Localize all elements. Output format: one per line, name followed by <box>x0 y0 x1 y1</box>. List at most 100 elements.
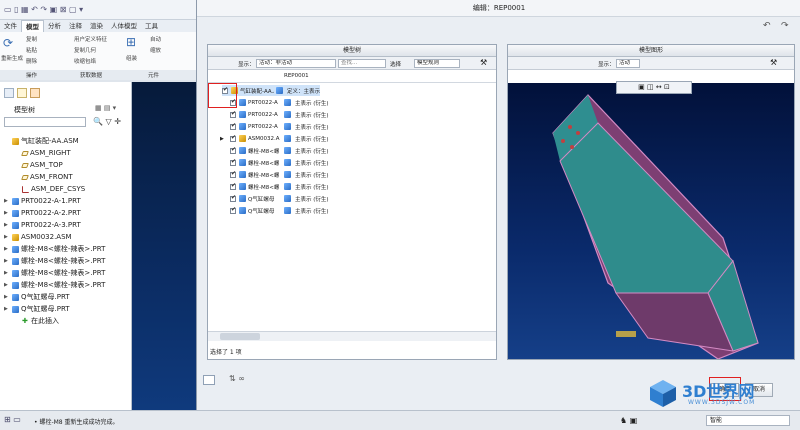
view-controls-toolbar[interactable]: ▣ ◫ ↔ ⊡ <box>616 81 692 94</box>
tree-item[interactable]: ASM_DEF_CSYS <box>14 184 85 195</box>
paste-button[interactable]: 粘贴 <box>26 46 37 54</box>
row-checkbox[interactable] <box>230 194 236 202</box>
row-rep-value[interactable]: 主表示 (衍生) <box>295 99 329 107</box>
copy-button[interactable]: 复制 <box>26 35 37 43</box>
delete-button[interactable]: 删除 <box>26 57 37 65</box>
row-rep-value[interactable]: 主表示 (衍生) <box>295 147 329 155</box>
grid-row[interactable]: ▶ ASM0032.A 主表示 (衍生) <box>220 133 329 144</box>
regenerate-button[interactable]: 重新生成 <box>1 54 23 62</box>
assemble-icon[interactable]: ⊞ <box>126 35 136 49</box>
row-checkbox[interactable] <box>230 110 236 118</box>
grid-row[interactable]: 螺栓-M8<螺 主表示 (衍生) <box>230 145 329 156</box>
graphics-settings-button[interactable]: ⚒ <box>770 58 777 67</box>
tree-item[interactable]: ASM_TOP <box>14 160 63 171</box>
shrinkwrap-button[interactable]: 收缩包络 <box>74 57 96 65</box>
tree-item[interactable]: ▶ Q气缸螺母.PRT <box>4 292 70 303</box>
scale-button[interactable]: 缩放 <box>150 46 161 54</box>
tab-model[interactable]: 模型 <box>21 20 44 32</box>
expand-arrow-icon[interactable]: ▶ <box>220 136 224 142</box>
tree-item[interactable]: ▶ 螺栓-M8<螺栓-辣表>.PRT <box>4 280 105 291</box>
grid-row[interactable]: 螺栓-M8<螺 主表示 (衍生) <box>230 169 329 180</box>
show-dropdown[interactable]: 活动：非活动 <box>256 59 336 68</box>
quick-access-icons[interactable]: ▭ ▯ ▦ ↶ ↷ ▣ ⊠ ▢ ▾ <box>4 5 83 14</box>
favorites-tab[interactable] <box>30 88 40 98</box>
tree-item[interactable]: ASM_FRONT <box>14 172 73 183</box>
expand-arrow-icon[interactable]: ▶ <box>4 292 10 303</box>
grid-row[interactable]: PRT0022-A 主表示 (衍生) <box>230 121 329 132</box>
expand-arrow-icon[interactable]: ▶ <box>4 304 10 315</box>
expand-arrow-icon[interactable]: ▶ <box>4 268 10 279</box>
grid-row[interactable]: Q气缸螺母 主表示 (衍生) <box>230 193 329 204</box>
row-rep-value[interactable]: 主表示 (衍生) <box>295 135 329 143</box>
row-checkbox[interactable] <box>230 158 236 166</box>
model-rule-dropdown[interactable]: 模型规则 <box>414 59 460 68</box>
tree-item[interactable]: ▶ 螺栓-M8<螺栓-辣表>.PRT <box>4 244 105 255</box>
undo-icon[interactable]: ↶ <box>763 21 771 31</box>
model-tree-tab[interactable] <box>4 88 14 98</box>
expand-arrow-icon[interactable]: ▶ <box>4 256 10 267</box>
tree-item[interactable]: ▶ PRT0022-A-3.PRT <box>4 220 81 231</box>
auto-button[interactable]: 自动 <box>150 35 161 43</box>
row-checkbox[interactable] <box>230 206 236 214</box>
scrollbar-thumb[interactable] <box>220 333 260 340</box>
horizontal-scrollbar[interactable] <box>208 331 496 341</box>
filter-icons[interactable]: ♞ ▣ <box>620 416 637 425</box>
graphics-show-dropdown[interactable]: 活动 <box>616 59 640 68</box>
grid-row[interactable]: 螺栓-M8<螺 主表示 (衍生) <box>230 181 329 192</box>
row-checkbox[interactable] <box>230 170 236 178</box>
tree-settings-icon[interactable]: ▦ ▤ ▾ <box>95 104 116 112</box>
grid-row[interactable]: Q气缸螺母 主表示 (衍生) <box>230 205 329 216</box>
row-rep-value[interactable]: 主表示 (衍生) <box>295 183 329 191</box>
tree-item[interactable]: ▶ Q气缸螺母.PRT <box>4 304 70 315</box>
tab-render[interactable]: 渲染 <box>86 20 107 32</box>
folder-browser-tab[interactable] <box>17 88 27 98</box>
tree-item[interactable]: ▶ ASM0032.ASM <box>4 232 72 243</box>
row-checkbox[interactable] <box>230 134 236 142</box>
tree-view-icon[interactable]: ⇅ ∞ <box>229 374 245 383</box>
expand-arrow-icon[interactable]: ▶ <box>4 232 10 243</box>
tab-manikin[interactable]: 人体模型 <box>107 20 141 32</box>
graphics-viewport[interactable]: ▣ ◫ ↔ ⊡ <box>508 81 794 360</box>
tab-tools[interactable]: 工具 <box>141 20 162 32</box>
row-rep-value[interactable]: 主表示 (衍生) <box>295 159 329 167</box>
tab-analysis[interactable]: 分析 <box>44 20 65 32</box>
row-rep-value[interactable]: 主表示 (衍生) <box>295 171 329 179</box>
row-rep-value[interactable]: 定义：主表示 <box>287 87 320 95</box>
tree-settings-button[interactable]: ⚒ <box>480 58 487 67</box>
tree-item[interactable]: ▶ PRT0022-A-2.PRT <box>4 208 81 219</box>
tab-file[interactable]: 文件 <box>0 20 21 32</box>
udf-button[interactable]: 用户定义特征 <box>74 35 107 43</box>
row-rep-value[interactable]: 主表示 (衍生) <box>295 207 329 215</box>
search-field[interactable]: 查找... <box>338 59 386 68</box>
select-dropdown[interactable]: 选择 <box>390 60 401 68</box>
row-checkbox[interactable] <box>230 182 236 190</box>
tree-search-input[interactable] <box>4 117 86 127</box>
row-rep-value[interactable]: 主表示 (衍生) <box>295 195 329 203</box>
expand-arrow-icon[interactable]: ▶ <box>4 244 10 255</box>
row-checkbox[interactable] <box>230 122 236 130</box>
expand-arrow-icon[interactable]: ▶ <box>4 220 10 231</box>
filter-dropdown[interactable]: 智能 <box>706 415 790 426</box>
tree-item[interactable]: ▶ 螺栓-M8<螺栓-辣表>.PRT <box>4 256 105 267</box>
regenerate-icon[interactable]: ⟳ <box>3 36 13 50</box>
tree-item[interactable]: ▶ PRT0022-A-1.PRT <box>4 196 81 207</box>
tree-item[interactable]: ✚ 在此插入 <box>14 316 59 327</box>
expand-arrow-icon[interactable]: ▶ <box>4 196 10 207</box>
grid-row[interactable]: 螺栓-M8<螺 主表示 (衍生) <box>230 157 329 168</box>
row-rep-value[interactable]: 主表示 (衍生) <box>295 123 329 131</box>
layout-icon[interactable] <box>203 375 215 385</box>
expand-arrow-icon[interactable]: ▶ <box>4 208 10 219</box>
tree-item[interactable]: 气缸装配-AA.ASM <box>4 136 79 147</box>
row-rep-value[interactable]: 主表示 (衍生) <box>295 111 329 119</box>
tree-item[interactable]: ▶ 螺栓-M8<螺栓-辣表>.PRT <box>4 268 105 279</box>
row-checkbox[interactable] <box>230 146 236 154</box>
redo-icon[interactable]: ↷ <box>781 21 789 31</box>
assemble-button[interactable]: 组装 <box>126 54 137 62</box>
tree-toolbar-icons[interactable]: 🔍 ▽ ✛ <box>93 117 121 126</box>
copy-geometry-button[interactable]: 复制几何 <box>74 46 96 54</box>
grid-row[interactable]: PRT0022-A 主表示 (衍生) <box>230 109 329 120</box>
expand-arrow-icon[interactable]: ▶ <box>4 280 10 291</box>
status-icons[interactable]: ⊞ ▭ <box>4 415 21 424</box>
tree-item[interactable]: ASM_RIGHT <box>14 148 71 159</box>
grid-row[interactable]: PRT0022-A 主表示 (衍生) <box>230 97 329 108</box>
